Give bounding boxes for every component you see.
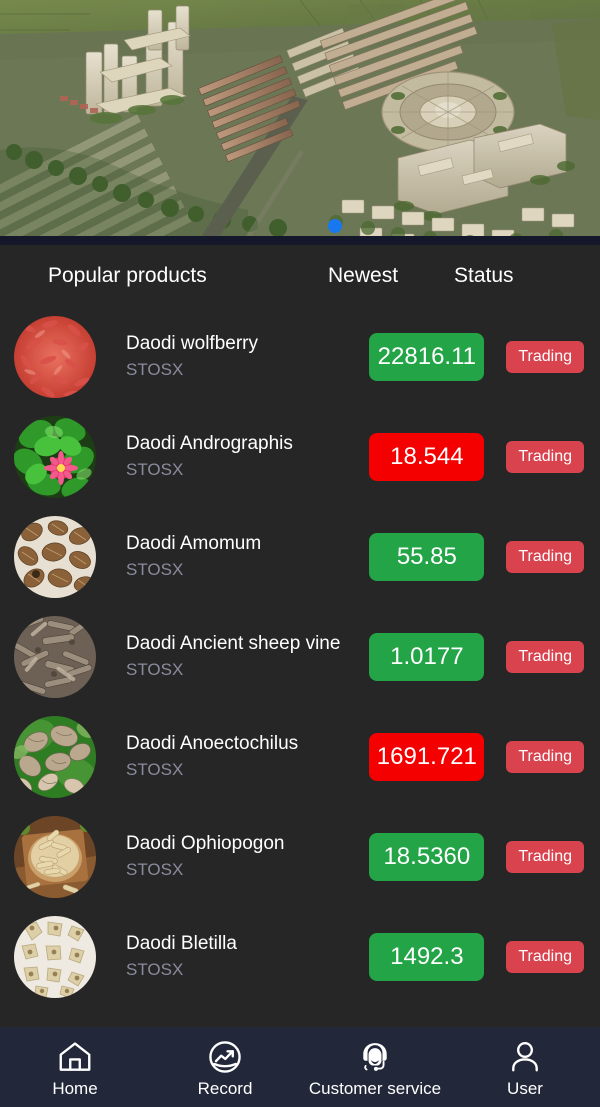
list-column-headers: Popular products Newest Status [0, 245, 600, 307]
headset-support-icon [363, 1042, 387, 1071]
product-name: Daodi Bletilla [126, 932, 237, 954]
tab-label: Customer service [308, 1078, 442, 1098]
hero-banner-carousel[interactable] [0, 0, 600, 245]
price-badge[interactable]: 1691.721 [369, 733, 485, 781]
product-name: Daodi Amomum [126, 532, 262, 554]
user-person-icon [512, 1041, 538, 1071]
dried-tubers-bowl-thumb [14, 816, 96, 898]
product-info: Daodi Ophiopogon STOSX [96, 832, 369, 883]
product-name: Daodi Ancient sheep vine [126, 632, 341, 654]
product-info: Daodi Amomum STOSX [96, 532, 369, 583]
price-badge[interactable]: 18.544 [369, 433, 485, 481]
brown-pods-thumb [14, 516, 96, 598]
table-row[interactable]: Daodi Ancient sheep vine STOSX 1.0177 Tr… [0, 607, 600, 707]
status-badge[interactable]: Trading [506, 841, 584, 873]
table-row[interactable]: Daodi Amomum STOSX 55.85 Trading [0, 507, 600, 607]
status-badge[interactable]: Trading [506, 341, 584, 373]
product-list-section: Popular products Newest Status Daodi wol… [0, 245, 600, 1027]
price-badge[interactable]: 55.85 [369, 533, 485, 581]
table-row[interactable]: Daodi wolfberry STOSX 22816.11 Trading [0, 307, 600, 407]
table-row[interactable]: Daodi Ophiopogon STOSX 18.5360 Trading [0, 807, 600, 907]
tab-record[interactable]: Record [150, 1027, 300, 1107]
product-info: Daodi Ancient sheep vine STOSX [96, 632, 369, 683]
header-newest: Newest [328, 264, 399, 287]
tab-home[interactable]: Home [0, 1027, 150, 1107]
product-symbol: STOSX [126, 560, 184, 580]
table-row[interactable]: Daodi Andrographis STOSX 18.544 Trading [0, 407, 600, 507]
product-name: Daodi Ophiopogon [126, 832, 285, 854]
product-symbol: STOSX [126, 360, 184, 380]
tab-label: Record [197, 1078, 253, 1098]
status-badge[interactable]: Trading [506, 641, 584, 673]
tab-user[interactable]: User [450, 1027, 600, 1107]
status-badge[interactable]: Trading [506, 741, 584, 773]
home-icon [59, 1041, 91, 1071]
jewel-orchid-thumb [14, 716, 96, 798]
header-popular-products: Popular products [48, 264, 207, 287]
price-badge[interactable]: 1.0177 [369, 633, 485, 681]
bletilla-slices-thumb [14, 916, 96, 998]
product-symbol: STOSX [126, 960, 184, 980]
product-symbol: STOSX [126, 760, 184, 780]
price-badge[interactable]: 22816.11 [369, 333, 485, 381]
product-name: Daodi Anoectochilus [126, 732, 299, 754]
chart-circle-icon [209, 1040, 241, 1073]
header-status: Status [454, 264, 514, 287]
tab-label: Home [52, 1078, 98, 1098]
product-symbol: STOSX [126, 460, 184, 480]
product-name: Daodi wolfberry [126, 332, 258, 354]
product-info: Daodi wolfberry STOSX [96, 332, 369, 383]
carousel-dot-1[interactable] [328, 219, 342, 233]
product-info: Daodi Andrographis STOSX [96, 432, 369, 483]
table-row[interactable]: Daodi Anoectochilus STOSX 1691.721 Tradi… [0, 707, 600, 807]
bottom-navigation-bar: Home Record Customer service User [0, 1027, 600, 1107]
product-info: Daodi Bletilla STOSX [96, 932, 369, 983]
aerial-city-render-image [0, 0, 600, 245]
price-badge[interactable]: 1492.3 [369, 933, 485, 981]
product-name: Daodi Andrographis [126, 432, 293, 454]
product-rows: Daodi wolfberry STOSX 22816.11 Trading D… [0, 307, 600, 1007]
dried-roots-thumb [14, 616, 96, 698]
status-badge[interactable]: Trading [506, 941, 584, 973]
status-badge[interactable]: Trading [506, 541, 584, 573]
tab-label: User [507, 1078, 543, 1098]
goji-berries-thumb [14, 316, 96, 398]
mobile-app-screen: Popular products Newest Status Daodi wol… [0, 0, 600, 1107]
product-symbol: STOSX [126, 660, 184, 680]
table-row[interactable]: Daodi Bletilla STOSX 1492.3 Trading [0, 907, 600, 1007]
hero-bottom-strip [0, 236, 600, 245]
status-badge[interactable]: Trading [506, 441, 584, 473]
green-plant-flower-thumb [14, 416, 96, 498]
product-symbol: STOSX [126, 860, 184, 880]
tab-customer-service[interactable]: Customer service [300, 1027, 450, 1107]
product-info: Daodi Anoectochilus STOSX [96, 732, 369, 783]
price-badge[interactable]: 18.5360 [369, 833, 485, 881]
